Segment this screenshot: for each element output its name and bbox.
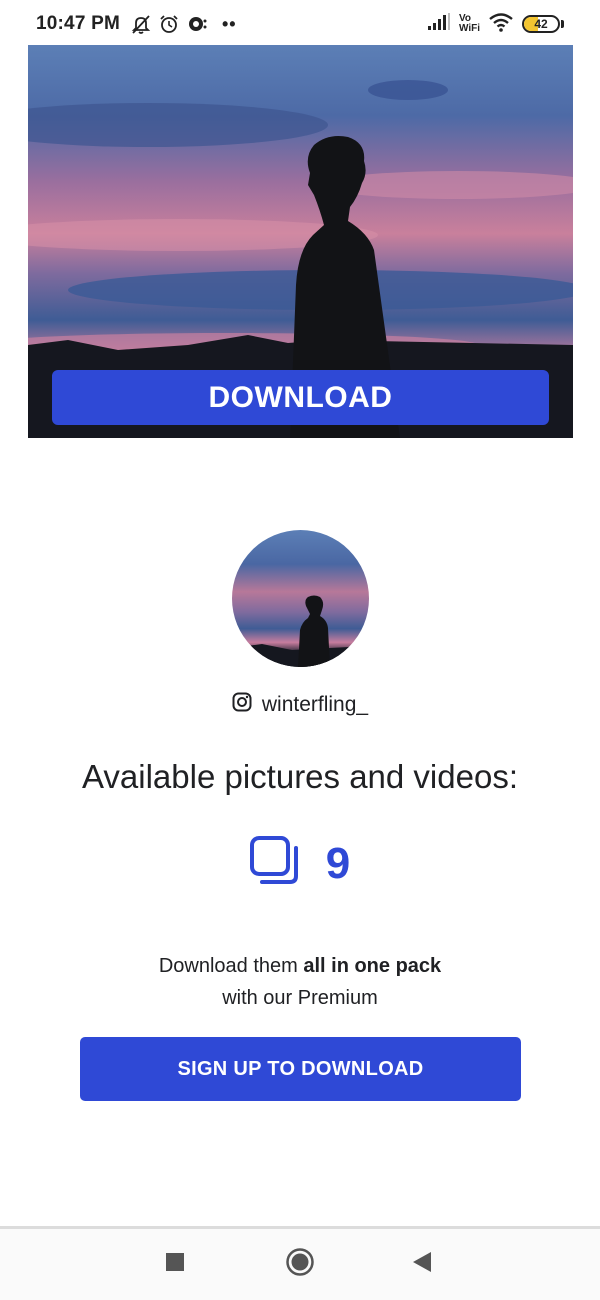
mute-icon — [130, 13, 152, 35]
alarm-icon — [158, 13, 180, 35]
status-overflow-dots: •• — [221, 13, 237, 34]
status-bar: 10:47 PM •• Vo WiFi 42 — [0, 0, 600, 48]
status-icons-left — [130, 13, 208, 35]
promo-line-1: Download them all in one pack — [158, 955, 442, 977]
square-icon — [165, 1252, 185, 1277]
username-row: winterfling_ — [0, 692, 600, 717]
battery-icon: 42 — [522, 15, 560, 33]
battery-tip — [561, 20, 564, 28]
system-nav-bar — [0, 1229, 600, 1300]
notification-icon — [186, 13, 208, 35]
home-button[interactable] — [270, 1234, 330, 1294]
home-circle-icon — [285, 1247, 315, 1282]
hero-image: DOWNLOAD — [28, 45, 573, 438]
back-triangle-icon — [412, 1251, 432, 1278]
available-headline: Available pictures and videos: — [82, 758, 518, 795]
premium-promo: Download them all in one pack with our P… — [0, 950, 600, 1014]
signal-icon — [427, 12, 451, 36]
vowifi-label: Vo WiFi — [458, 13, 480, 34]
back-button[interactable] — [392, 1234, 452, 1294]
media-count: 9 — [325, 838, 351, 888]
status-icons-right: Vo WiFi 42 — [427, 12, 564, 37]
avatar-image — [232, 530, 369, 667]
battery-level: 42 — [534, 17, 548, 31]
username[interactable]: winterfling_ — [262, 693, 368, 717]
media-count-row: 9 — [0, 836, 600, 891]
instagram-icon — [232, 692, 252, 717]
wifi-icon — [488, 12, 514, 37]
promo-line-2: with our Premium — [222, 987, 378, 1009]
signup-download-button[interactable]: SIGN UP TO DOWNLOAD — [80, 1037, 521, 1101]
status-time: 10:47 PM — [36, 13, 120, 34]
battery-indicator: 42 — [522, 15, 564, 33]
recents-button[interactable] — [145, 1234, 205, 1294]
gallery-stack-icon — [249, 836, 302, 891]
hero-download-button[interactable]: DOWNLOAD — [52, 370, 549, 425]
avatar — [232, 530, 369, 667]
